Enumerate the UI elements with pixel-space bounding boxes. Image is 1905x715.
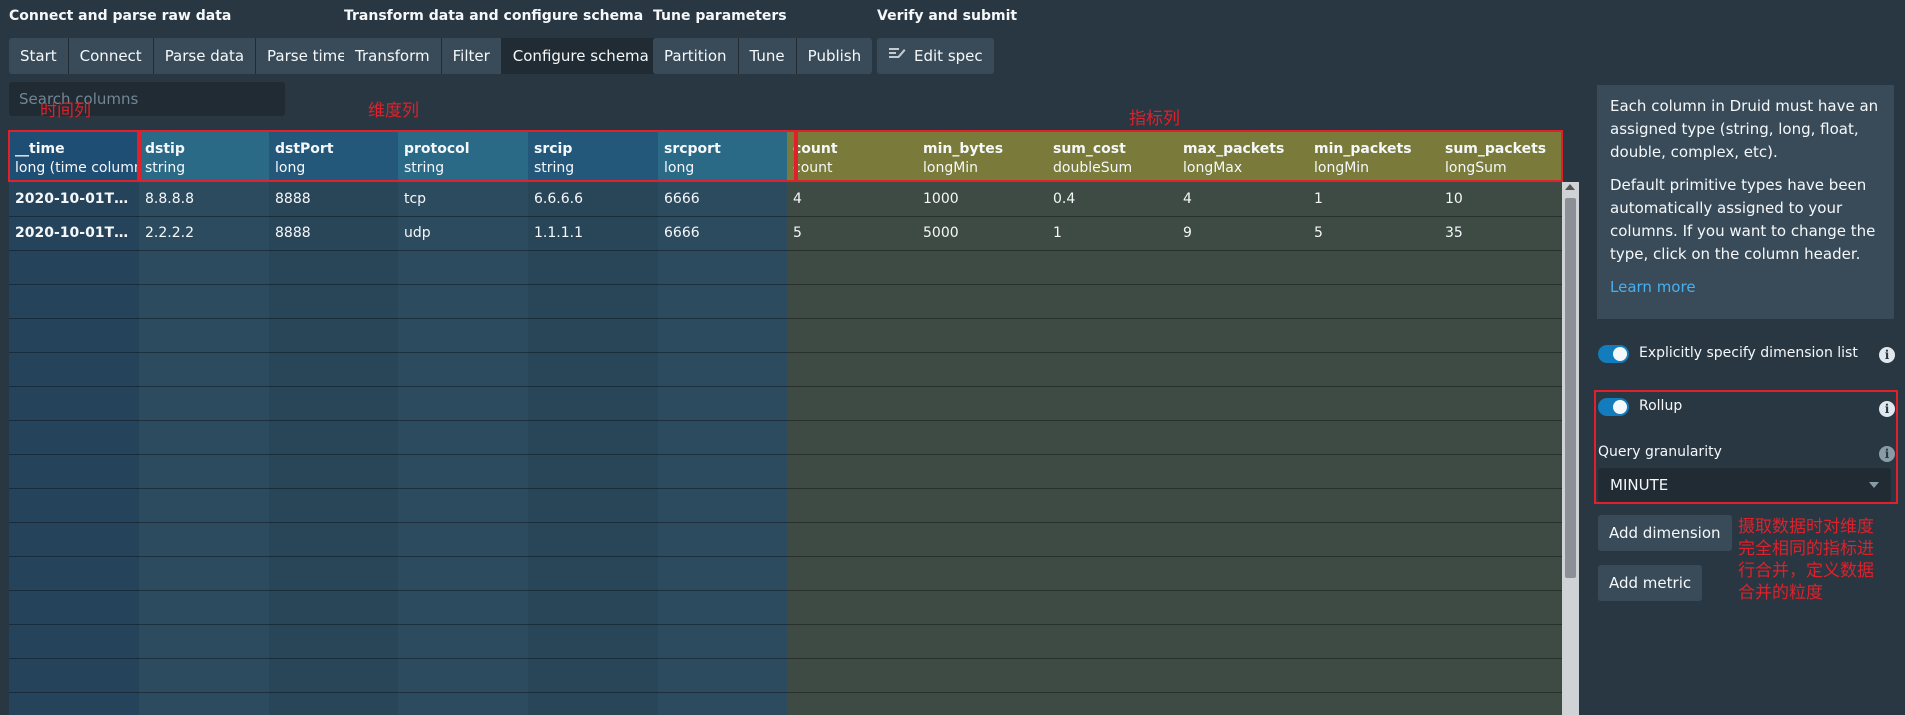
table-cell: 6666 [664, 191, 700, 207]
column-protocol: protocol string tcp udp [398, 132, 528, 715]
table-cell: udp [404, 225, 431, 241]
edit-spec-icon [888, 38, 906, 74]
table-cell: 2020-10-01T00:... [15, 191, 139, 207]
step-group-verify: Verify and submit Edit spec [877, 6, 1017, 74]
row-divider [9, 488, 1562, 489]
table-cell: 1000 [923, 191, 959, 207]
table-cell: 6.6.6.6 [534, 191, 583, 207]
annotation-box-time [8, 130, 139, 182]
annotation-rollup-note: 摄取数据时对维度完全相同的指标进行合并，定义数据合并的粒度 [1738, 517, 1874, 603]
row-divider [9, 216, 1562, 217]
learn-more-link[interactable]: Learn more [1610, 278, 1696, 296]
row-divider [9, 420, 1562, 421]
row-divider [9, 658, 1562, 659]
annotation-box-metrics [796, 130, 1563, 182]
annotation-dimensions: 维度列 [368, 101, 419, 121]
row-divider [9, 318, 1562, 319]
table-cell: 8888 [275, 225, 311, 241]
scrollbar-thumb[interactable] [1565, 198, 1576, 578]
column-max-packets: max_packets longMax 4 9 [1177, 132, 1308, 715]
table-cell: 1 [1053, 225, 1062, 241]
step-title-connect: Connect and parse raw data [9, 8, 232, 24]
parse-data-button[interactable]: Parse data [153, 38, 257, 74]
column-dstport: dstPort long 8888 8888 [269, 132, 398, 715]
info-icon[interactable]: i [1879, 347, 1895, 363]
row-divider [9, 386, 1562, 387]
explicit-dimensions-toggle[interactable] [1598, 345, 1629, 363]
step-buttons-verify: Edit spec [877, 38, 1017, 74]
add-dimension-button[interactable]: Add dimension [1598, 515, 1732, 551]
table-cell: 2.2.2.2 [145, 225, 194, 241]
row-divider [9, 454, 1562, 455]
table-cell: tcp [404, 191, 427, 207]
explicit-dimensions-label: Explicitly specify dimension list [1639, 345, 1858, 361]
column-sum-cost: sum_cost doubleSum 0.4 1 [1047, 132, 1177, 715]
table-cell: 4 [1183, 191, 1192, 207]
table-cell: 9 [1183, 225, 1192, 241]
annotation-box-dimensions [139, 130, 796, 182]
table-cell: 0.4 [1053, 191, 1076, 207]
row-divider [9, 692, 1562, 693]
step-group-transform: Transform data and configure schema Tran… [344, 6, 660, 74]
table-cell: 5 [793, 225, 802, 241]
add-metric-button[interactable]: Add metric [1598, 565, 1703, 601]
row-divider [9, 590, 1562, 591]
table-cell: 8.8.8.8 [145, 191, 194, 207]
connect-button[interactable]: Connect [68, 38, 154, 74]
table-cell: 2020-10-01T00:... [15, 225, 139, 241]
column-min-bytes: min_bytes longMin 1000 5000 [917, 132, 1047, 715]
configure-schema-button[interactable]: Configure schema [501, 38, 660, 74]
transform-button[interactable]: Transform [344, 38, 442, 74]
step-buttons-connect: Start Connect Parse data Parse time [9, 38, 358, 74]
table-cell: 5 [1314, 225, 1323, 241]
table-cell: 5000 [923, 225, 959, 241]
table-cell: 35 [1445, 225, 1463, 241]
row-divider [9, 556, 1562, 557]
info-paragraph: Each column in Druid must have an assign… [1610, 97, 1879, 161]
edit-spec-button[interactable]: Edit spec [877, 38, 994, 74]
step-buttons-tune: Partition Tune Publish [653, 38, 873, 74]
annotation-box-rollup [1594, 390, 1898, 504]
row-divider [9, 284, 1562, 285]
column-dstip: dstip string 8.8.8.8 2.2.2.2 [139, 132, 269, 715]
step-buttons-transform: Transform Filter Configure schema [344, 38, 660, 74]
schema-info-callout: Each column in Druid must have an assign… [1597, 85, 1894, 319]
edit-spec-label: Edit spec [914, 47, 983, 65]
row-divider [9, 522, 1562, 523]
scroll-up-icon[interactable] [1565, 184, 1575, 190]
step-group-connect: Connect and parse raw data Start Connect… [9, 6, 358, 74]
table-cell: 6666 [664, 225, 700, 241]
tune-button[interactable]: Tune [738, 38, 797, 74]
column-sum-packets: sum_packets longSum 10 35 [1439, 132, 1562, 715]
step-title-verify: Verify and submit [877, 8, 1018, 24]
step-title-transform: Transform data and configure schema [344, 8, 644, 24]
partition-button[interactable]: Partition [653, 38, 739, 74]
step-title-tune: Tune parameters [653, 8, 787, 24]
column-srcip: srcip string 6.6.6.6 1.1.1.1 [528, 132, 658, 715]
annotation-time: 时间列 [40, 101, 91, 121]
row-divider [9, 624, 1562, 625]
start-button[interactable]: Start [9, 38, 69, 74]
filter-button[interactable]: Filter [441, 38, 502, 74]
row-divider [9, 352, 1562, 353]
row-divider [9, 250, 1562, 251]
column-srcport: srcport long 6666 6666 [658, 132, 787, 715]
table-cell: 10 [1445, 191, 1463, 207]
table-cell: 1 [1314, 191, 1323, 207]
publish-button[interactable]: Publish [796, 38, 873, 74]
info-paragraph: Default primitive types have been automa… [1610, 176, 1876, 263]
annotation-metrics: 指标列 [1129, 109, 1180, 129]
parse-time-button[interactable]: Parse time [256, 38, 358, 74]
step-group-tune: Tune parameters Partition Tune Publish [653, 6, 873, 74]
schema-table: __time long (time column) 2020-10-01T00:… [9, 132, 1562, 715]
table-cell: 8888 [275, 191, 311, 207]
column-count: count count 4 5 [787, 132, 917, 715]
table-cell: 4 [793, 191, 802, 207]
column-time: __time long (time column) 2020-10-01T00:… [9, 132, 139, 715]
column-min-packets: min_packets longMin 1 5 [1308, 132, 1439, 715]
table-cell: 1.1.1.1 [534, 225, 583, 241]
